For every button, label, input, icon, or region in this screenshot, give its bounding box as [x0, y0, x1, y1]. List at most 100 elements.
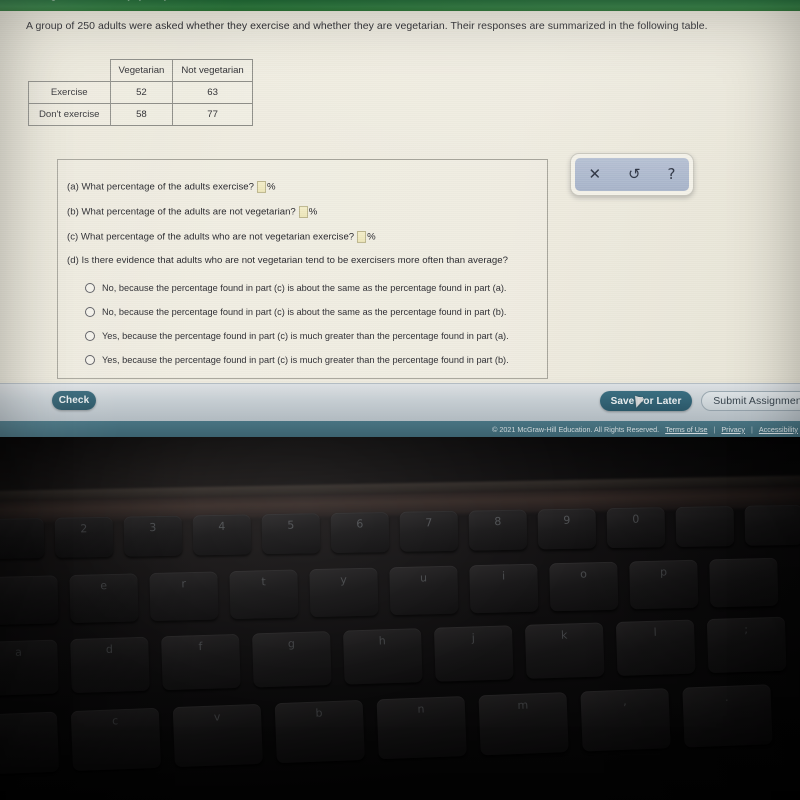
question-header-bar: Question 1 of 3 (1 point) [0, 0, 800, 11]
cell-exercise-not-vegetarian: 63 [172, 81, 253, 104]
question-header-label: Question 1 of 3 (1 point) [48, 0, 167, 2]
keyboard-key[interactable]: e [69, 573, 139, 624]
question-part-c: (c) What percentage of the adults who ar… [67, 231, 376, 243]
keyboard-key[interactable]: . [682, 684, 773, 748]
keyboard-key[interactable] [675, 505, 735, 547]
keyboard-key[interactable]: d [70, 636, 150, 694]
radio-button-icon[interactable] [85, 283, 95, 293]
keyboard-key[interactable]: g [252, 630, 332, 688]
column-header-vegetarian: Vegetarian [109, 59, 174, 82]
question-part-a-label: (a) What percentage of the adults exerci… [67, 181, 254, 193]
save-for-later-button[interactable]: Save For Later [600, 391, 692, 411]
keyboard-key[interactable]: 6 [330, 511, 390, 553]
table-corner-cell [29, 60, 111, 82]
radio-button-icon[interactable] [85, 331, 95, 341]
radio-button-icon[interactable] [85, 307, 95, 317]
keyboard-key[interactable]: y [309, 567, 379, 618]
response-summary-table: Vegetarian Not vegetarian Exercise 52 63… [28, 59, 253, 126]
keyboard-key[interactable]: i [469, 563, 539, 614]
radio-option-2[interactable]: No, because the percentage found in part… [85, 307, 506, 317]
question-part-b: (b) What percentage of the adults are no… [67, 206, 317, 218]
keyboard-key[interactable]: 5 [261, 513, 321, 555]
footer-separator: | [750, 424, 753, 434]
table-header-row: Vegetarian Not vegetarian [29, 59, 253, 82]
check-button[interactable]: Check [52, 391, 96, 410]
keyboard-key[interactable]: 2 [54, 516, 114, 558]
undo-icon[interactable]: ↺ [628, 167, 641, 182]
keyboard-key[interactable] [744, 504, 800, 546]
keyboard-key[interactable]: c [70, 707, 162, 772]
answer-input-c[interactable] [357, 231, 367, 243]
percent-sign-a: % [266, 181, 276, 193]
accessibility-link[interactable]: Accessibility [759, 425, 798, 434]
copyright-text: © 2021 McGraw-Hill Education. All Rights… [492, 424, 660, 434]
keyboard-key[interactable] [0, 517, 45, 559]
cell-exercise-vegetarian: 52 [109, 81, 174, 104]
keyboard-row: ertyuiop [0, 557, 779, 625]
keyboard-row: cvbnm,. [0, 684, 773, 775]
laptop-screen: Question 1 of 3 (1 point) A group of 250… [0, 0, 800, 437]
keyboard-row: a d f g h j k l; [0, 616, 787, 696]
keyboard-key[interactable]: t [229, 569, 299, 620]
keyboard-key[interactable]: a [0, 639, 59, 696]
question-part-d-label: (d) Is there evidence that adults who ar… [67, 255, 508, 266]
question-part-b-label: (b) What percentage of the adults are no… [67, 206, 296, 218]
keyboard-key[interactable] [0, 575, 59, 625]
radio-option-3-label: Yes, because the percentage found in par… [102, 331, 509, 341]
keyboard-key[interactable]: 3 [123, 515, 183, 557]
clear-icon[interactable]: ✕ [588, 167, 601, 182]
question-prompt: A group of 250 adults were asked whether… [26, 20, 708, 32]
submit-assignment-button[interactable]: Submit Assignment [701, 391, 800, 411]
keyboard-key[interactable]: p [629, 559, 699, 610]
keyboard-key[interactable]: b [274, 699, 365, 764]
row-header-dont-exercise: Don't exercise [28, 103, 111, 126]
answer-tools-inner: ✕ ↺ ? [575, 158, 689, 191]
screenshot-root: Question 1 of 3 (1 point) A group of 250… [0, 0, 800, 800]
assignment-page: A group of 250 adults were asked whether… [0, 11, 800, 383]
percent-sign-c: % [367, 231, 376, 243]
keyboard-key[interactable]: h [342, 628, 423, 685]
radio-option-1-label: No, because the percentage found in part… [102, 283, 507, 293]
footer-separator: | [713, 424, 716, 434]
terms-of-use-link[interactable]: Terms of Use [665, 425, 707, 434]
keyboard-key[interactable]: u [389, 565, 459, 616]
keyboard-key[interactable]: 8 [468, 509, 528, 551]
radio-button-icon[interactable] [85, 355, 95, 365]
question-part-c-label: (c) What percentage of the adults who ar… [67, 231, 355, 243]
cell-dont-exercise-not-vegetarian: 77 [172, 103, 253, 126]
table-row: Don't exercise 58 77 [28, 103, 253, 126]
keyboard-key[interactable]: k [524, 622, 605, 679]
answer-input-a[interactable] [256, 181, 266, 193]
radio-option-1[interactable]: No, because the percentage found in part… [85, 283, 506, 293]
keyboard-key[interactable]: 7 [399, 510, 459, 552]
radio-option-4-label: Yes, because the percentage found in par… [102, 355, 509, 365]
keyboard-key[interactable]: j [433, 625, 514, 682]
keyboard-key[interactable]: ; [706, 616, 787, 674]
column-header-not-vegetarian: Not vegetarian [172, 59, 253, 82]
keyboard-key[interactable]: f [161, 633, 241, 691]
table-row: Exercise 52 63 [28, 81, 253, 104]
question-panel: (a) What percentage of the adults exerci… [57, 159, 548, 379]
radio-option-3[interactable]: Yes, because the percentage found in par… [85, 331, 509, 341]
percent-sign-b: % [308, 206, 318, 218]
help-icon[interactable]: ? [668, 167, 676, 182]
keyboard-key[interactable] [709, 557, 779, 608]
keyboard-key[interactable]: l [615, 619, 696, 676]
keyboard-key[interactable]: 4 [192, 514, 252, 556]
keyboard-key[interactable]: 0 [606, 507, 666, 549]
keyboard-key[interactable]: r [149, 571, 219, 622]
answer-tools-widget: ✕ ↺ ? [570, 153, 694, 196]
keyboard-key[interactable]: 9 [537, 508, 597, 550]
privacy-link[interactable]: Privacy [721, 425, 745, 434]
answer-input-b[interactable] [298, 206, 308, 218]
question-part-a: (a) What percentage of the adults exerci… [67, 181, 276, 193]
radio-option-2-label: No, because the percentage found in part… [102, 307, 507, 317]
radio-option-4[interactable]: Yes, because the percentage found in par… [85, 355, 509, 365]
page-footer: © 2021 McGraw-Hill Education. All Rights… [0, 421, 800, 437]
keyboard-key[interactable] [0, 711, 60, 775]
keyboard-key[interactable]: m [478, 692, 569, 756]
keyboard-key[interactable]: n [376, 695, 467, 760]
keyboard-key[interactable]: o [549, 561, 619, 612]
keyboard-key[interactable]: v [172, 703, 263, 768]
keyboard-key[interactable]: , [580, 688, 671, 752]
